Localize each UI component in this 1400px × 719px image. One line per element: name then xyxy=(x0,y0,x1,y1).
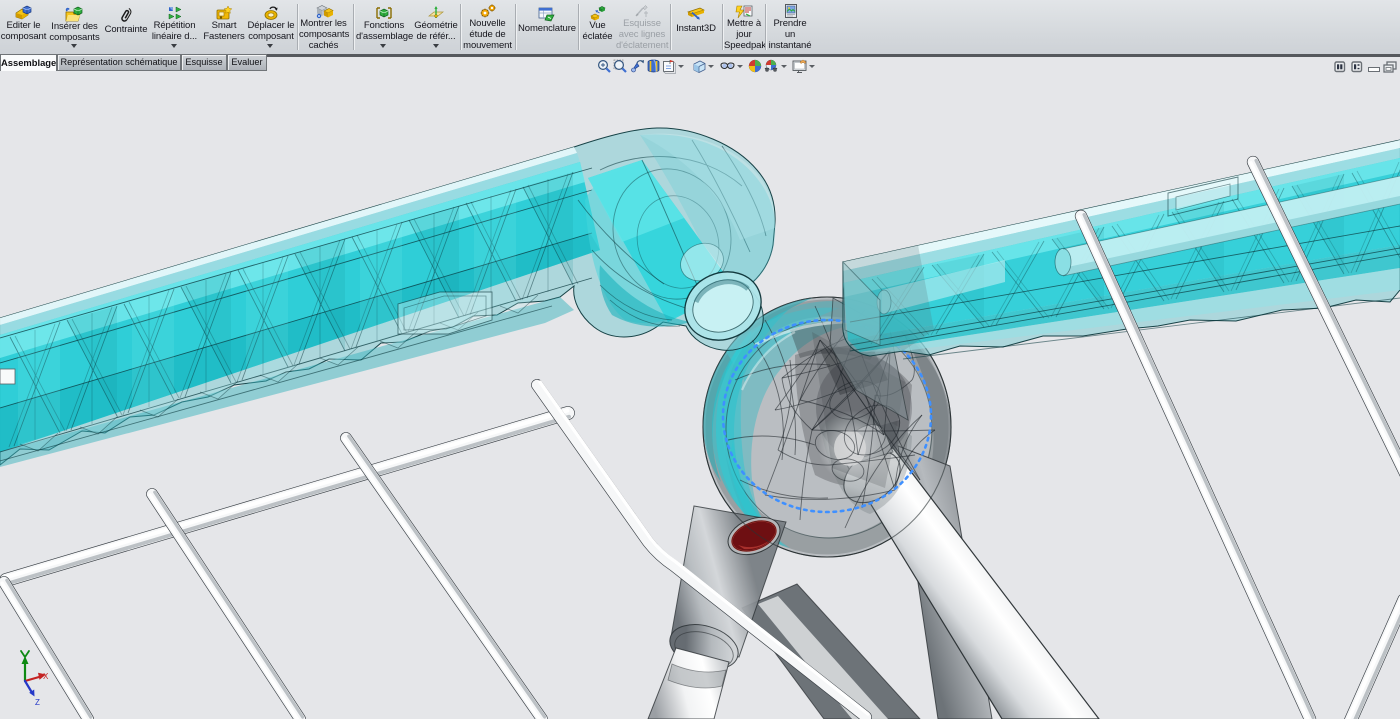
svg-text:Z: Z xyxy=(35,698,40,707)
svg-text:X: X xyxy=(43,672,49,681)
